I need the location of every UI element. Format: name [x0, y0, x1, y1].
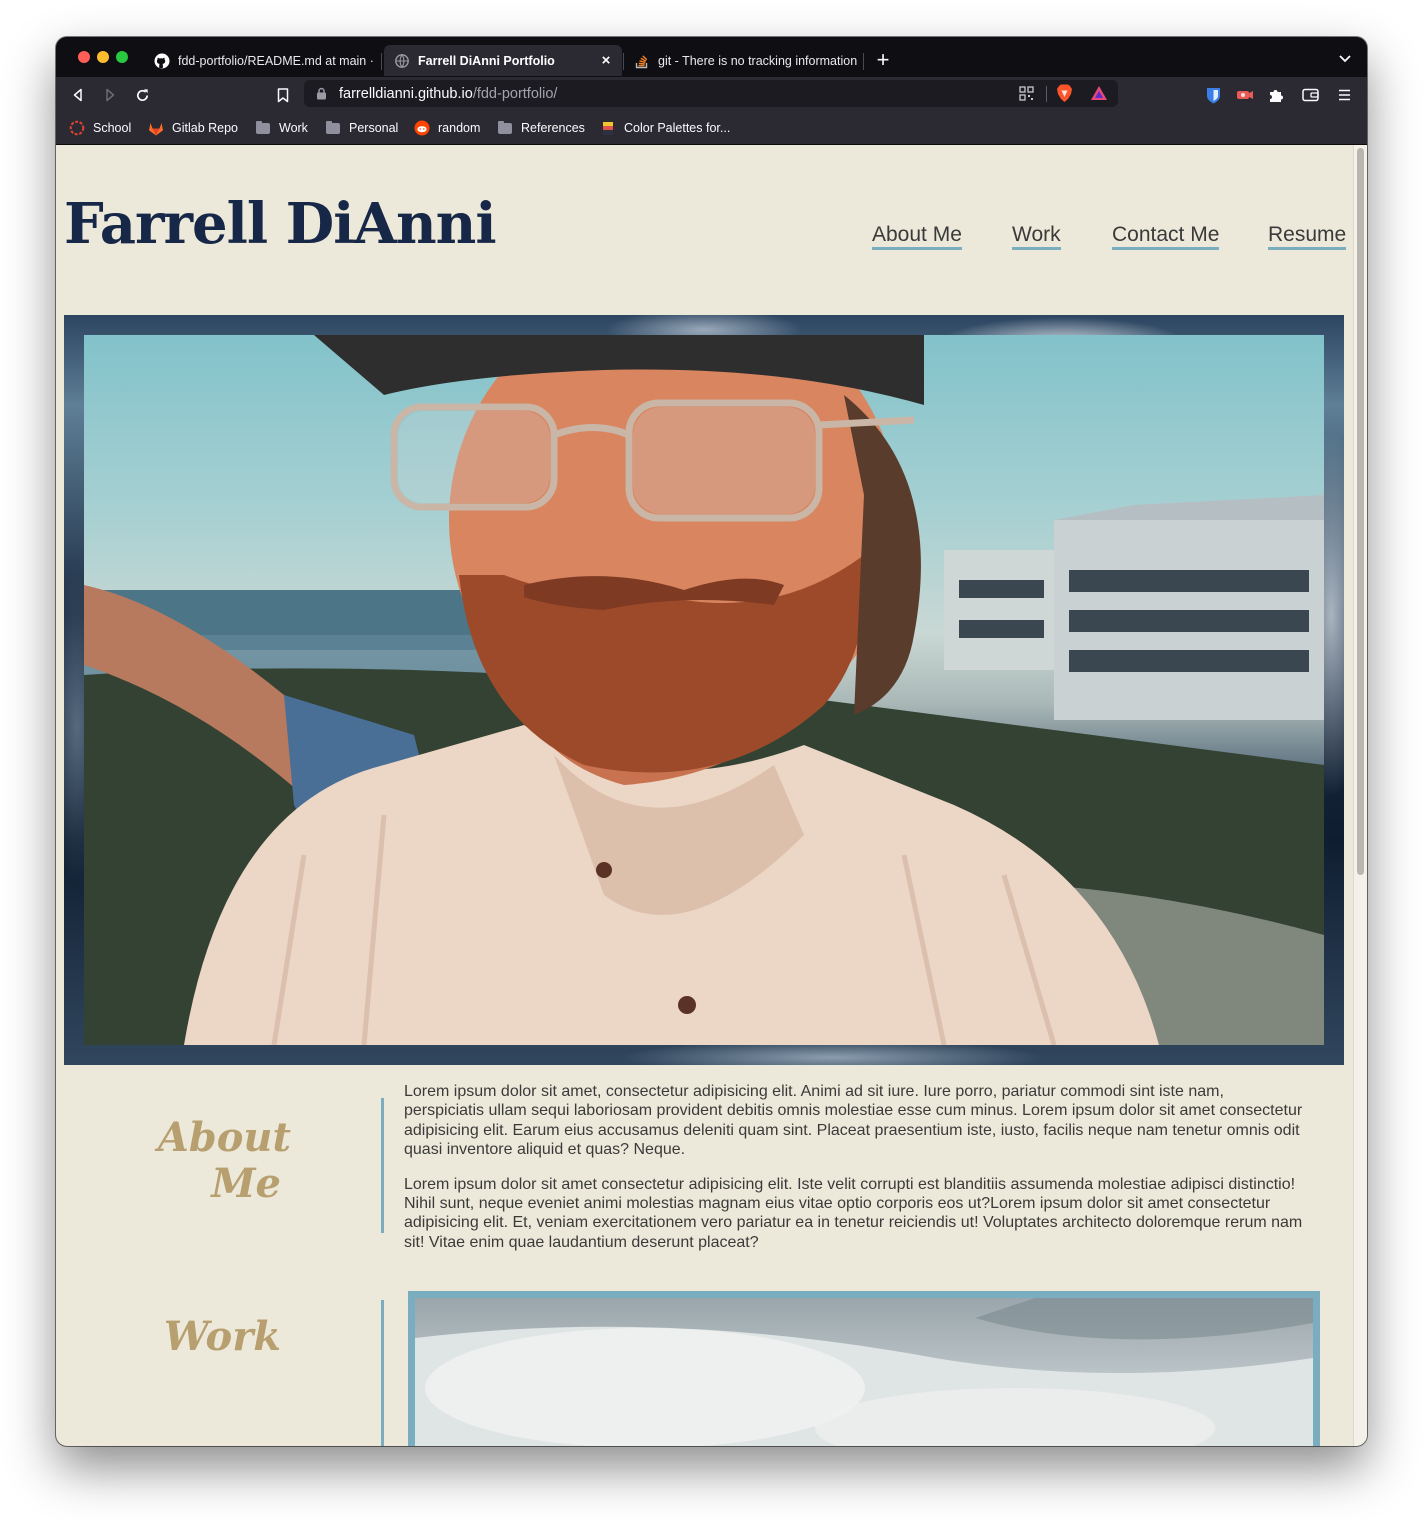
back-icon[interactable]: [67, 84, 89, 106]
about-divider: [381, 1098, 384, 1233]
work-image-frame[interactable]: [408, 1291, 1320, 1446]
close-tab-icon[interactable]: ×: [596, 52, 616, 69]
school-ring-icon: [69, 120, 85, 136]
bookmark-label: Personal: [349, 121, 399, 135]
url-path: /fdd-portfolio/: [472, 85, 558, 102]
work-heading: Work: [163, 1313, 281, 1360]
nav-resume[interactable]: Resume: [1268, 223, 1347, 250]
folder-icon: [497, 120, 513, 136]
work-wave-photo: [415, 1298, 1313, 1446]
nav-contact-me[interactable]: Contact Me: [1112, 223, 1220, 250]
address-bar[interactable]: farrelldianni.github.io/fdd-portfolio/: [304, 80, 1118, 107]
bookmark-label: References: [521, 121, 585, 135]
about-paragraph: Lorem ipsum dolor sit amet, consectetur …: [404, 1083, 1303, 1159]
url-host: farrelldianni.github.io: [339, 85, 473, 102]
maximize-window-button[interactable]: [116, 51, 128, 63]
globe-icon: [394, 53, 410, 69]
close-window-button[interactable]: [78, 51, 90, 63]
wallet-icon[interactable]: [1299, 84, 1321, 106]
tab-label: fdd-portfolio/README.md at main ·: [178, 53, 374, 68]
about-heading: About Me: [136, 1115, 291, 1207]
navigation-toolbar: farrelldianni.github.io/fdd-portfolio/: [56, 77, 1367, 112]
bitwarden-extension-icon[interactable]: [1202, 84, 1224, 106]
lock-icon: [316, 87, 327, 100]
page-viewport: Farrell DiAnni About Me Work Contact Me …: [56, 145, 1367, 1446]
tab-readme[interactable]: fdd-portfolio/README.md at main ·: [144, 45, 380, 76]
about-heading-line2: Me: [211, 1160, 281, 1207]
stackoverflow-icon: [634, 53, 650, 69]
folder-icon: [325, 120, 341, 136]
bookmark-personal[interactable]: Personal: [325, 120, 398, 136]
extensions-puzzle-icon[interactable]: [1265, 84, 1287, 106]
new-tab-button[interactable]: +: [873, 47, 893, 73]
tab-git[interactable]: git - There is no tracking information: [624, 45, 862, 76]
picture-extension-icon[interactable]: [1234, 84, 1256, 106]
bookmark-label: School: [93, 121, 132, 135]
bookmark-label: Work: [279, 121, 308, 135]
tab-list-chevron-icon[interactable]: [1338, 51, 1352, 65]
tab-strip: fdd-portfolio/README.md at main · Farrel…: [56, 37, 1367, 77]
folder-icon: [255, 120, 271, 136]
qr-code-icon[interactable]: [1019, 86, 1034, 101]
brave-rewards-icon[interactable]: [1090, 85, 1108, 101]
minimize-window-button[interactable]: [97, 51, 109, 63]
bookmark-work[interactable]: Work: [255, 120, 308, 136]
menu-icon[interactable]: [1333, 84, 1355, 106]
bookmark-references[interactable]: References: [497, 120, 585, 136]
reddit-icon: [414, 120, 430, 136]
site-title: Farrell DiAnni: [64, 191, 497, 257]
bookmark-label: Gitlab Repo: [172, 121, 239, 135]
bookmark-gitlab[interactable]: Gitlab Repo: [148, 120, 238, 136]
gitlab-icon: [148, 120, 164, 136]
bookmark-label: Color Palettes for...: [624, 121, 731, 135]
page-scrollbar[interactable]: [1353, 145, 1367, 1446]
tab-portfolio[interactable]: Farrell DiAnni Portfolio ×: [384, 45, 622, 76]
nav-about-me[interactable]: About Me: [872, 223, 962, 250]
tab-separator: [863, 53, 864, 70]
bookmark-label: random: [438, 121, 481, 135]
forward-icon[interactable]: [99, 84, 121, 106]
github-icon: [154, 53, 170, 69]
about-paragraph: Lorem ipsum dolor sit amet consectetur a…: [404, 1175, 1303, 1251]
bookmark-school[interactable]: School: [69, 120, 131, 136]
divider: [1046, 86, 1047, 102]
tab-label: git - There is no tracking information: [658, 53, 858, 68]
about-text: Lorem ipsum dolor sit amet, consectetur …: [404, 1082, 1304, 1267]
palette-icon: [600, 120, 616, 136]
tab-label: Farrell DiAnni Portfolio: [418, 53, 555, 68]
nav-work[interactable]: Work: [1012, 223, 1061, 250]
bookmark-random[interactable]: random: [414, 120, 480, 136]
brave-shields-icon[interactable]: [1056, 84, 1073, 103]
browser-window: fdd-portfolio/README.md at main · Farrel…: [56, 37, 1367, 1446]
about-heading-line1: About: [157, 1114, 291, 1161]
reload-icon[interactable]: [131, 84, 153, 106]
work-divider: [381, 1300, 384, 1446]
bookmarks-toolbar: School Gitlab Repo Work Personal random …: [56, 112, 1367, 145]
tab-separator: [381, 53, 382, 70]
bookmark-color-palettes[interactable]: Color Palettes for...: [600, 120, 730, 136]
scrollbar-thumb[interactable]: [1357, 148, 1364, 875]
hero-portrait-photo: [84, 335, 1324, 1045]
bookmark-icon[interactable]: [272, 84, 294, 106]
hero-image-frame: [64, 315, 1344, 1065]
